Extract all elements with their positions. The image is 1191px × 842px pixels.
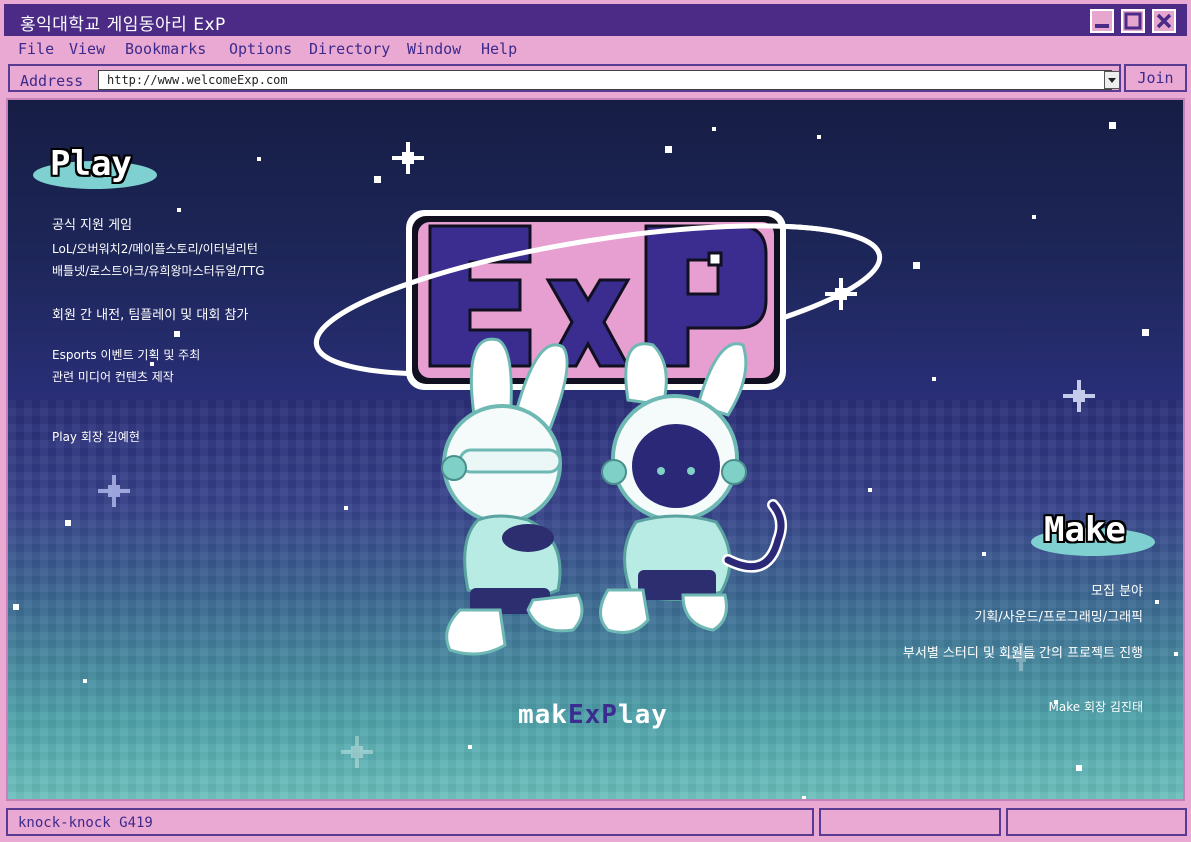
minimize-button[interactable] (1090, 9, 1114, 33)
window-title: 홍익대학교 게임동아리 ExP (20, 15, 226, 35)
make-line-2: 기획/사운드/프로그래밍/그래픽 (974, 610, 1143, 625)
status-cell-2 (819, 808, 1001, 836)
play-line-3: 배틀넷/로스트아크/유희왕마스터듀얼/TTG (52, 264, 265, 278)
menu-bar: File View Bookmarks Options Directory Wi… (4, 36, 1187, 62)
maximize-icon (1124, 12, 1142, 30)
menu-file[interactable]: File (18, 40, 54, 58)
play-line-6: 관련 미디어 컨텐츠 제작 (52, 370, 174, 384)
status-bar: knock-knock G419 (4, 806, 1187, 838)
exp-logo (313, 210, 883, 390)
tagline: makExPlay (518, 700, 668, 730)
play-heading: Play (50, 144, 132, 184)
menu-window[interactable]: Window (407, 40, 461, 58)
minimize-icon (1095, 24, 1109, 28)
tagline-pre: mak (518, 700, 568, 730)
menu-view[interactable]: View (69, 40, 105, 58)
close-icon (1156, 13, 1172, 29)
menu-options[interactable]: Options (229, 40, 292, 58)
make-line-3: 부서별 스터디 및 회원들 간의 프로젝트 진행 (902, 646, 1143, 661)
play-line-5: Esports 이벤트 기획 및 주최 (52, 348, 201, 362)
url-dropdown-button[interactable] (1104, 71, 1120, 89)
address-bar: Address Join (4, 62, 1187, 94)
status-cell-3 (1006, 808, 1187, 836)
page-content: Play 공식 지원 게임 LoL/오버워치2/메이플스토리/이터널리턴 배틀넷… (6, 98, 1185, 801)
menu-help[interactable]: Help (481, 40, 517, 58)
space-scene (13, 122, 1178, 799)
url-input[interactable] (98, 70, 1112, 90)
make-heading: Make (1044, 510, 1126, 550)
address-label: Address (20, 72, 84, 90)
play-line-1: 공식 지원 게임 (52, 218, 133, 233)
play-line-2: LoL/오버워치2/메이플스토리/이터널리턴 (52, 242, 258, 256)
make-president: Make 회장 김진태 (1048, 700, 1143, 714)
maximize-button[interactable] (1121, 9, 1145, 33)
menu-directory[interactable]: Directory (309, 40, 390, 58)
play-president: Play 회장 김예현 (52, 430, 140, 444)
close-button[interactable] (1152, 9, 1176, 33)
address-frame: Address (8, 64, 1121, 92)
dropdown-arrow-icon (1108, 78, 1116, 83)
title-bar: 홍익대학교 게임동아리 ExP (4, 4, 1187, 36)
status-cell-main: knock-knock G419 (6, 808, 814, 836)
browser-window: 홍익대학교 게임동아리 ExP File View Bookmarks Opti… (0, 0, 1191, 842)
status-text: knock-knock G419 (18, 815, 153, 831)
tagline-post: lay (617, 700, 668, 730)
menu-bookmarks[interactable]: Bookmarks (125, 40, 206, 58)
join-button[interactable]: Join (1124, 64, 1187, 92)
play-line-4: 회원 간 내전, 팀플레이 및 대회 참가 (52, 308, 249, 323)
tagline-mid: ExP (567, 700, 618, 730)
make-line-1: 모집 분야 (1091, 584, 1143, 599)
